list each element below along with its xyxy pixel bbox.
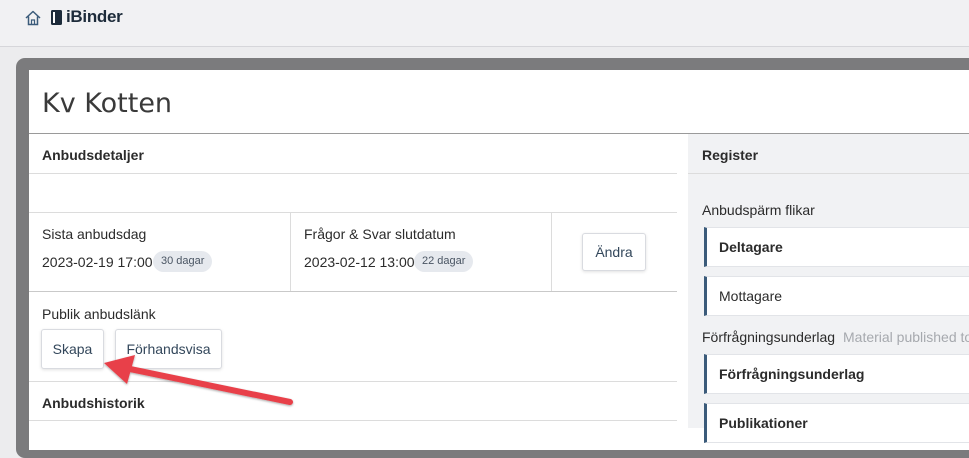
divider xyxy=(688,173,969,174)
deadline-label: Sista anbudsdag xyxy=(42,226,147,242)
docs-note: Material published to xyxy=(843,329,969,345)
qa-badge: 22 dagar xyxy=(414,251,474,272)
home-icon[interactable] xyxy=(24,9,42,27)
public-link-label: Publik anbudslänk xyxy=(42,306,156,322)
divider xyxy=(29,291,677,292)
divider xyxy=(29,212,677,213)
deadline-value: 2023-02-19 17:00 xyxy=(42,254,153,270)
divider xyxy=(290,213,291,291)
tab-publikationer[interactable]: Publikationer xyxy=(704,403,969,443)
divider xyxy=(29,173,677,174)
binder-tabs-label: Anbudspärm flikar xyxy=(702,202,815,218)
tab-forfragningsunderlag[interactable]: Förfrågningsunderlag xyxy=(704,354,969,394)
qa-label: Frågor & Svar slutdatum xyxy=(304,226,456,242)
divider xyxy=(29,420,677,421)
tab-label: Mottagare xyxy=(719,288,783,304)
page-title: Kv Kotten xyxy=(42,88,173,119)
logo-text: iBinder xyxy=(66,7,123,26)
tab-label: Publikationer xyxy=(719,415,808,431)
tab-label: Deltagare xyxy=(719,239,783,255)
annotation-arrow xyxy=(104,355,293,405)
edit-button[interactable]: Ändra xyxy=(582,233,646,271)
deadline-badge: 30 dagar xyxy=(153,251,213,272)
register-heading: Register xyxy=(702,147,759,163)
top-bar: iBinder xyxy=(0,0,969,47)
qa-value: 2023-02-12 13:00 xyxy=(304,254,415,270)
docs-label: Förfrågningsunderlag xyxy=(702,329,836,345)
details-heading: Anbudsdetaljer xyxy=(42,147,144,163)
tab-deltagare[interactable]: Deltagare xyxy=(704,227,969,267)
tab-mottagare[interactable]: Mottagare xyxy=(704,276,969,316)
ibinder-logo[interactable]: iBinder xyxy=(50,7,123,27)
binder-icon xyxy=(51,9,62,25)
tab-label: Förfrågningsunderlag xyxy=(719,366,865,382)
divider xyxy=(551,213,552,291)
